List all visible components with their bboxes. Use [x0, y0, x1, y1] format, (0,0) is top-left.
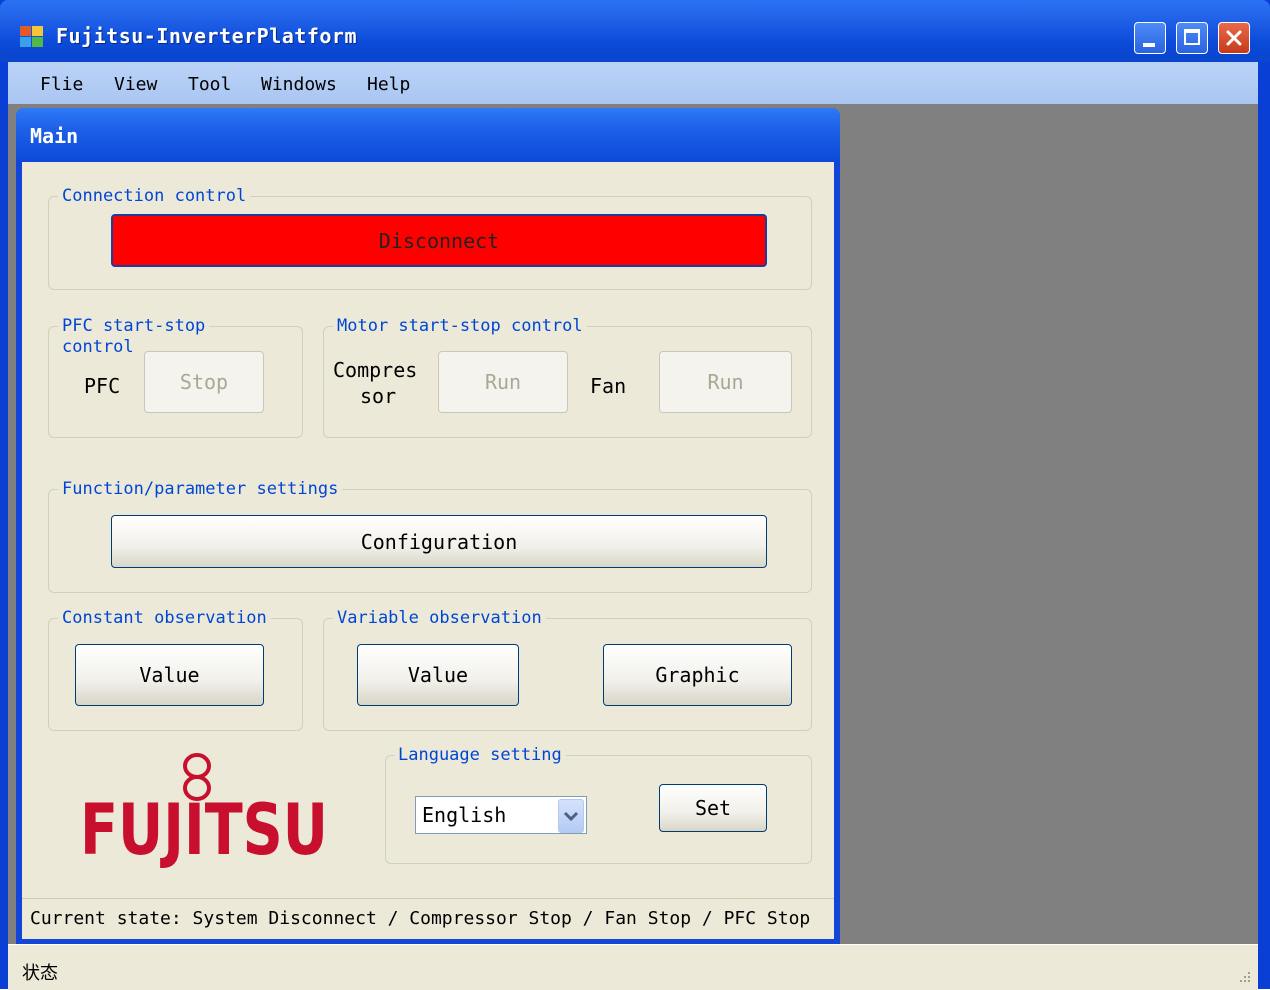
fan-label: Fan — [590, 374, 627, 398]
main-form-title: Main — [30, 124, 79, 148]
motor-control-label: Motor start-stop control — [333, 316, 587, 336]
status-label: 状态 — [22, 963, 58, 984]
current-state-text: Current state: System Disconnect / Compr… — [30, 908, 811, 929]
pfc-label: PFC — [84, 374, 121, 398]
configuration-button[interactable]: Configuration — [111, 515, 767, 568]
fan-run-button[interactable]: Run — [659, 351, 792, 413]
language-select-value: English — [422, 803, 507, 827]
pfc-group-label-line1: PFC start-stop — [58, 316, 210, 336]
chevron-down-icon — [563, 811, 579, 822]
fujitsu-logo-text: FUJITSU — [80, 789, 328, 871]
status-bar: 状态 — [8, 944, 1258, 990]
minimize-icon — [1143, 43, 1155, 47]
maximize-icon — [1184, 29, 1200, 45]
language-setting-label: Language setting — [394, 745, 566, 765]
close-button[interactable] — [1218, 22, 1250, 54]
menu-bar: Flie View Tool Windows Help — [8, 62, 1258, 104]
pfc-group-label-line2: control — [58, 337, 138, 357]
maximize-button[interactable] — [1176, 22, 1208, 54]
variable-observation-label: Variable observation — [333, 608, 546, 628]
constant-value-button[interactable]: Value — [75, 644, 264, 706]
variable-value-button[interactable]: Value — [357, 644, 519, 706]
menu-help[interactable]: Help — [367, 74, 410, 95]
graphic-button[interactable]: Graphic — [603, 644, 792, 706]
close-icon — [1226, 30, 1242, 46]
compressor-label-line1: Compres — [333, 358, 418, 382]
resize-grip-icon[interactable] — [1238, 970, 1252, 984]
connection-control-label: Connection control — [58, 186, 251, 206]
disconnect-button[interactable]: Disconnect — [111, 214, 767, 267]
main-form-title-bar[interactable]: Main — [16, 108, 840, 160]
menu-windows[interactable]: Windows — [261, 74, 337, 95]
title-bar[interactable]: Fujitsu-InverterPlatform — [0, 0, 1270, 62]
constant-observation-label: Constant observation — [58, 608, 271, 628]
minimize-button[interactable] — [1134, 22, 1166, 54]
menu-tool[interactable]: Tool — [188, 74, 231, 95]
application-window: Fujitsu-InverterPlatform Flie View Tool … — [0, 0, 1270, 990]
compressor-label-line2: sor — [360, 384, 397, 408]
menu-file[interactable]: Flie — [40, 74, 83, 95]
compressor-run-button[interactable]: Run — [438, 351, 568, 413]
language-select[interactable]: English — [415, 796, 587, 834]
window-title: Fujitsu-InverterPlatform — [56, 24, 357, 48]
set-language-button[interactable]: Set — [659, 784, 767, 832]
pfc-stop-button[interactable]: Stop — [144, 351, 264, 413]
fujitsu-logo: FUJITSU — [80, 753, 328, 871]
app-icon — [20, 26, 44, 48]
function-settings-label: Function/parameter settings — [58, 479, 343, 499]
current-state-bar: Current state: System Disconnect / Compr… — [22, 898, 834, 939]
menu-view[interactable]: View — [114, 74, 157, 95]
dropdown-arrow-button[interactable] — [558, 799, 584, 833]
